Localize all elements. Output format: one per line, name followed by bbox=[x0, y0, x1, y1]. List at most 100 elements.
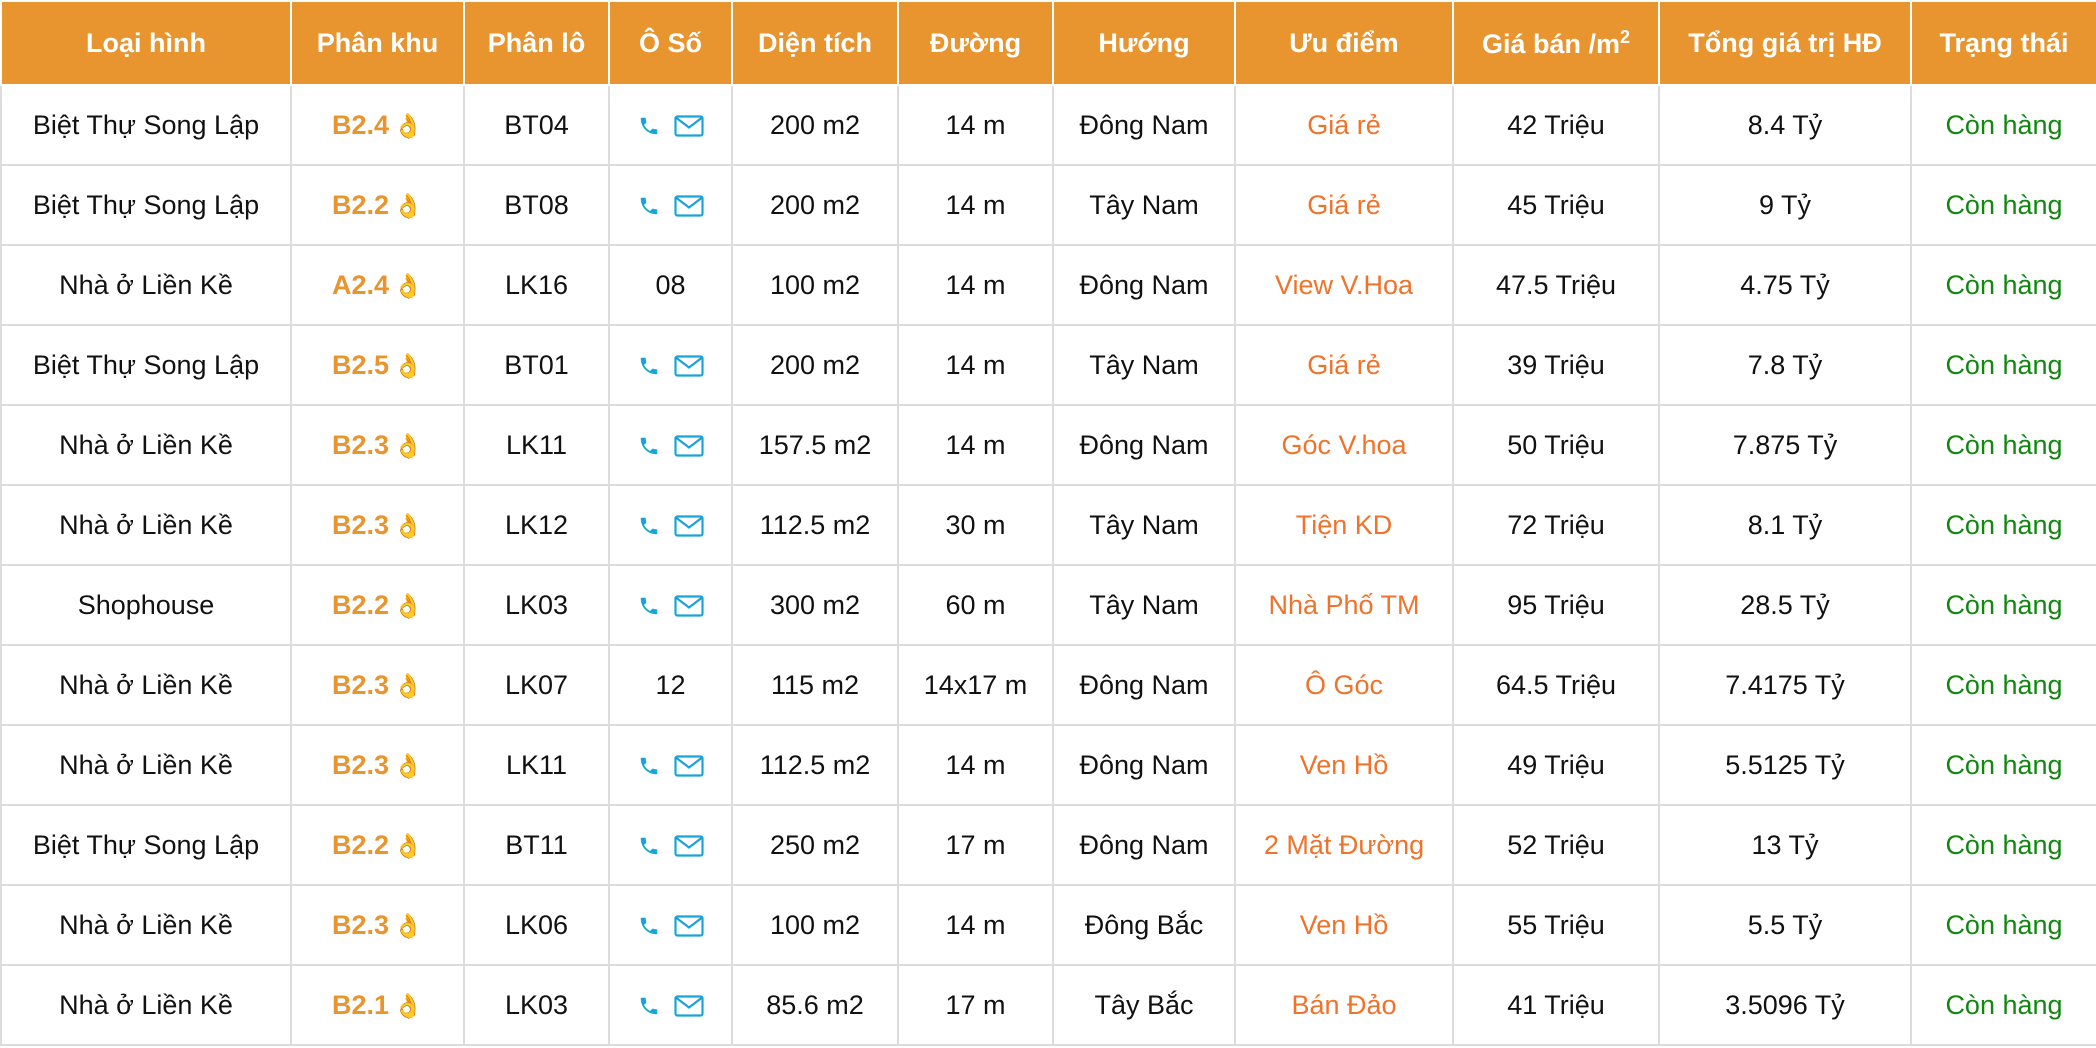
table-row: Nhà ở Liền Kề B2.3 👌 LK12 112.5 m2 30 m Tây Na… bbox=[0, 484, 2096, 566]
phone-icon[interactable] bbox=[638, 355, 660, 377]
cell-dien-tich: 200 m2 bbox=[731, 324, 899, 406]
cell-duong: 17 m bbox=[897, 964, 1054, 1046]
table-row: Nhà ở Liền Kề B2.3 👌 LK11 112.5 m2 14 m Đông N… bbox=[0, 724, 2096, 806]
envelope-icon[interactable] bbox=[673, 435, 704, 457]
envelope-icon[interactable] bbox=[673, 915, 704, 937]
cell-huong: Tây Nam bbox=[1052, 324, 1236, 406]
cell-duong: 14 m bbox=[897, 84, 1054, 166]
phone-icon[interactable] bbox=[638, 115, 660, 137]
cell-phan-lo: LK03 bbox=[463, 964, 610, 1046]
contact-icons bbox=[638, 515, 704, 537]
phan-khu-link[interactable]: B2.2 bbox=[332, 590, 389, 620]
phone-icon[interactable] bbox=[638, 435, 660, 457]
table-row: Nhà ở Liền Kề B2.3 👌 LK07 12 115 m2 14x17 m Đôn… bbox=[0, 644, 2096, 726]
phone-icon[interactable] bbox=[638, 195, 660, 217]
phan-khu-link[interactable]: A2.4 bbox=[332, 270, 389, 300]
cell-uu-diem: Giá rẻ bbox=[1234, 324, 1454, 406]
hand-point-icon: 👌 bbox=[393, 192, 423, 220]
cell-duong: 30 m bbox=[897, 484, 1054, 566]
cell-phan-lo: BT04 bbox=[463, 84, 610, 166]
cell-duong: 17 m bbox=[897, 804, 1054, 886]
cell-phan-khu: B2.3 👌 bbox=[290, 644, 465, 726]
phan-khu-link[interactable]: B2.2 bbox=[332, 190, 389, 220]
envelope-icon[interactable] bbox=[673, 755, 704, 777]
phan-khu-link[interactable]: B2.3 bbox=[332, 510, 389, 540]
contact-icons bbox=[638, 835, 704, 857]
cell-trang-thai: Còn hàng bbox=[1910, 724, 2096, 806]
cell-dien-tich: 300 m2 bbox=[731, 564, 899, 646]
cell-phan-lo: LK16 bbox=[463, 244, 610, 326]
contact-icons bbox=[638, 115, 704, 137]
cell-loai-hinh: Biệt Thự Song Lập bbox=[0, 804, 292, 886]
cell-dien-tich: 112.5 m2 bbox=[731, 724, 899, 806]
cell-phan-khu: A2.4 👌 bbox=[290, 244, 465, 326]
cell-huong: Đông Nam bbox=[1052, 244, 1236, 326]
hand-point-icon: 👌 bbox=[393, 112, 423, 140]
envelope-icon[interactable] bbox=[673, 995, 704, 1017]
cell-dien-tich: 100 m2 bbox=[731, 884, 899, 966]
cell-phan-khu: B2.2 👌 bbox=[290, 564, 465, 646]
contact-icons bbox=[638, 595, 704, 617]
header-huong: Hướng bbox=[1052, 0, 1236, 86]
phan-khu-link[interactable]: B2.3 bbox=[332, 670, 389, 700]
table-row: Nhà ở Liền Kề B2.3 👌 LK11 157.5 m2 14 m Đông N… bbox=[0, 404, 2096, 486]
phone-icon[interactable] bbox=[638, 915, 660, 937]
cell-o-so bbox=[608, 484, 733, 566]
cell-phan-khu: B2.3 👌 bbox=[290, 884, 465, 966]
cell-phan-lo: LK07 bbox=[463, 644, 610, 726]
cell-gia-ban: 55 Triệu bbox=[1452, 884, 1660, 966]
cell-duong: 14 m bbox=[897, 404, 1054, 486]
cell-trang-thai: Còn hàng bbox=[1910, 324, 2096, 406]
phan-khu-link[interactable]: B2.4 bbox=[332, 110, 389, 140]
cell-huong: Tây Nam bbox=[1052, 564, 1236, 646]
cell-tong-gia-tri: 8.4 Tỷ bbox=[1658, 84, 1912, 166]
cell-tong-gia-tri: 7.4175 Tỷ bbox=[1658, 644, 1912, 726]
cell-gia-ban: 45 Triệu bbox=[1452, 164, 1660, 246]
cell-phan-khu: B2.3 👌 bbox=[290, 404, 465, 486]
envelope-icon[interactable] bbox=[673, 195, 704, 217]
cell-o-so bbox=[608, 724, 733, 806]
cell-o-so: 08 bbox=[608, 244, 733, 326]
table-row: Biệt Thự Song Lập B2.2 👌 BT08 200 m2 14 m Tây … bbox=[0, 164, 2096, 246]
cell-phan-lo: LK06 bbox=[463, 884, 610, 966]
cell-gia-ban: 42 Triệu bbox=[1452, 84, 1660, 166]
cell-o-so bbox=[608, 964, 733, 1046]
header-gia-ban-label: Giá bán /m bbox=[1481, 28, 1621, 59]
phan-khu-link[interactable]: B2.5 bbox=[332, 350, 389, 380]
cell-loai-hinh: Nhà ở Liền Kề bbox=[0, 644, 292, 726]
phone-icon[interactable] bbox=[638, 835, 660, 857]
phone-icon[interactable] bbox=[638, 995, 660, 1017]
cell-dien-tich: 112.5 m2 bbox=[731, 484, 899, 566]
phan-khu-link[interactable]: B2.3 bbox=[332, 750, 389, 780]
phone-icon[interactable] bbox=[638, 755, 660, 777]
cell-uu-diem: Ô Góc bbox=[1234, 644, 1454, 726]
cell-duong: 14 m bbox=[897, 884, 1054, 966]
phan-khu-link[interactable]: B2.3 bbox=[332, 910, 389, 940]
phone-icon[interactable] bbox=[638, 515, 660, 537]
envelope-icon[interactable] bbox=[673, 835, 704, 857]
envelope-icon[interactable] bbox=[673, 355, 704, 377]
cell-huong: Đông Nam bbox=[1052, 724, 1236, 806]
cell-loai-hinh: Nhà ở Liền Kề bbox=[0, 404, 292, 486]
cell-o-so bbox=[608, 164, 733, 246]
contact-icons bbox=[638, 355, 704, 377]
cell-trang-thai: Còn hàng bbox=[1910, 884, 2096, 966]
cell-huong: Đông Nam bbox=[1052, 404, 1236, 486]
envelope-icon[interactable] bbox=[673, 115, 704, 137]
cell-duong: 14 m bbox=[897, 244, 1054, 326]
cell-o-so bbox=[608, 324, 733, 406]
header-duong: Đường bbox=[897, 0, 1054, 86]
cell-huong: Đông Nam bbox=[1052, 644, 1236, 726]
phan-khu-link[interactable]: B2.2 bbox=[332, 830, 389, 860]
envelope-icon[interactable] bbox=[673, 595, 704, 617]
table-row: Nhà ở Liền Kề B2.1 👌 LK03 85.6 m2 17 m Tây Bắc… bbox=[0, 964, 2096, 1046]
phone-icon[interactable] bbox=[638, 595, 660, 617]
cell-o-so bbox=[608, 404, 733, 486]
envelope-icon[interactable] bbox=[673, 515, 704, 537]
cell-o-so bbox=[608, 804, 733, 886]
phan-khu-link[interactable]: B2.3 bbox=[332, 430, 389, 460]
cell-phan-khu: B2.3 👌 bbox=[290, 484, 465, 566]
hand-point-icon: 👌 bbox=[393, 272, 423, 300]
cell-gia-ban: 47.5 Triệu bbox=[1452, 244, 1660, 326]
phan-khu-link[interactable]: B2.1 bbox=[332, 990, 389, 1020]
